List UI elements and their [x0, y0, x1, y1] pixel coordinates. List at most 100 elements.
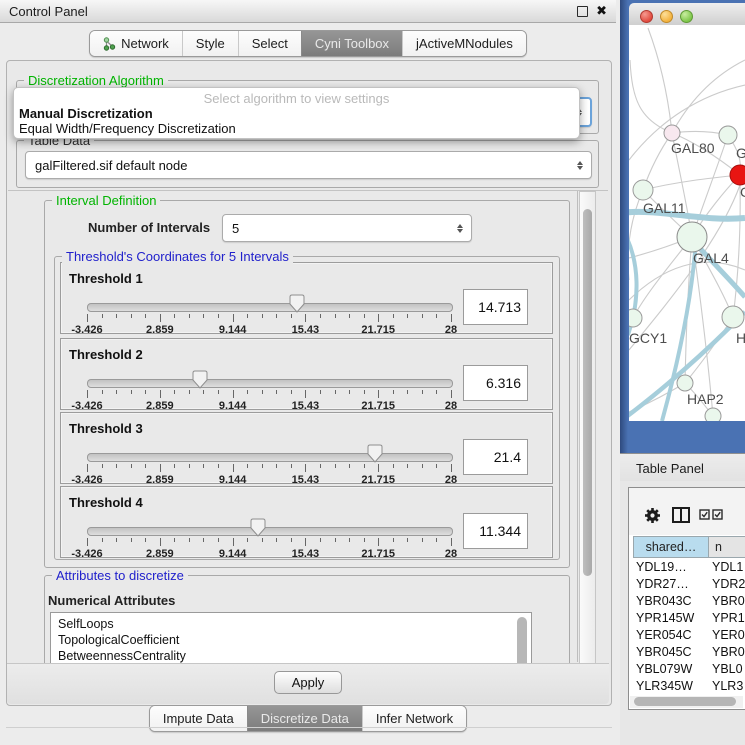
table-cell[interactable]: YDL19…: [629, 560, 703, 574]
network-node[interactable]: [677, 222, 707, 252]
algorithm-option-manual[interactable]: Manual Discretization: [19, 106, 574, 121]
network-node[interactable]: [664, 125, 680, 141]
column-header-name[interactable]: n: [709, 536, 745, 558]
network-node[interactable]: [633, 180, 653, 200]
slider-tick: [364, 538, 365, 542]
network-node[interactable]: [624, 309, 642, 327]
threshold-value-field[interactable]: 21.4: [463, 439, 528, 475]
slider-tick: [349, 464, 350, 468]
table-hscrollbar-thumb[interactable]: [634, 697, 736, 706]
slider-tick: [160, 538, 161, 546]
apply-area: Apply: [7, 663, 609, 704]
tab-network[interactable]: Network: [90, 31, 182, 56]
table-row[interactable]: YLR345WYLR3: [629, 677, 745, 694]
table-cell[interactable]: YBR0: [703, 594, 745, 608]
table-row[interactable]: YER054CYER0: [629, 626, 745, 643]
checkbox-checked-icon[interactable]: [699, 509, 710, 520]
table-cell[interactable]: YDL1: [703, 560, 745, 574]
threshold-4-panel: Threshold 4 -3.4262.8599.14415.4321.7152…: [60, 486, 553, 558]
slider-tick: [203, 390, 204, 394]
threshold-slider-track[interactable]: [87, 527, 453, 536]
threshold-slider-track[interactable]: [87, 453, 453, 462]
table-row[interactable]: YPR145WYPR1: [629, 609, 745, 626]
table-data-combobox[interactable]: galFiltered.sif default node: [25, 151, 592, 179]
slider-scale-label: 28: [445, 324, 457, 336]
node-table: shared… n YDL19…YDL1YDR27…YDR2YBR043CYBR…: [628, 487, 745, 710]
table-cell[interactable]: YBR043C: [629, 594, 703, 608]
network-node[interactable]: [722, 306, 744, 328]
slider-tick: [160, 390, 161, 398]
checkbox-checked-icon[interactable]: [712, 509, 723, 520]
threshold-slider-thumb[interactable]: [192, 370, 208, 390]
table-header-row: shared… n: [629, 536, 745, 558]
table-cell[interactable]: YBL079W: [629, 662, 703, 676]
threshold-value-field[interactable]: 11.344: [463, 513, 528, 549]
threshold-slider-track[interactable]: [87, 303, 453, 312]
apply-button[interactable]: Apply: [274, 671, 343, 694]
threshold-slider-thumb[interactable]: [289, 294, 305, 314]
attribute-list-item[interactable]: BetweennessCentrality: [58, 648, 531, 664]
tab-jactivemnodules[interactable]: jActiveMNodules: [402, 31, 526, 56]
attribute-list-item[interactable]: SelfLoops: [58, 616, 531, 632]
table-cell[interactable]: YBL0: [703, 662, 745, 676]
numerical-attributes-list[interactable]: SelfLoopsTopologicalCoefficientBetweenne…: [50, 612, 532, 665]
tab-cyni-toolbox[interactable]: Cyni Toolbox: [301, 31, 402, 56]
algorithm-placeholder-option[interactable]: Select algorithm to view settings: [14, 91, 579, 106]
network-node[interactable]: [705, 408, 721, 424]
slider-tick: [378, 314, 379, 322]
threshold-value-field[interactable]: 6.316: [463, 365, 528, 401]
table-cell[interactable]: YDR27…: [629, 577, 703, 591]
table-cell[interactable]: YER0: [703, 628, 745, 642]
tab-label: Impute Data: [163, 711, 234, 726]
gear-icon[interactable]: [644, 507, 661, 524]
table-cell[interactable]: YLR345W: [629, 679, 703, 693]
slider-scale: -3.4262.8599.14415.4321.71528: [87, 324, 451, 336]
table-cell[interactable]: YER054C: [629, 628, 703, 642]
slider-tick: [233, 314, 234, 322]
split-columns-icon[interactable]: [672, 507, 690, 523]
slider-tick: [203, 314, 204, 318]
table-cell[interactable]: YBR0: [703, 645, 745, 659]
network-node[interactable]: [677, 375, 693, 391]
table-hscrollbar[interactable]: [630, 696, 743, 708]
slider-ticks: [87, 538, 451, 547]
table-cell[interactable]: YLR3: [703, 679, 745, 693]
table-cell[interactable]: YPR145W: [629, 611, 703, 625]
threshold-1-panel: Threshold 1 -3.4262.8599.14415.4321.7152…: [60, 262, 553, 334]
table-cell[interactable]: YPR1: [703, 611, 745, 625]
attribute-list-item[interactable]: TopologicalCoefficient: [58, 632, 531, 648]
table-row[interactable]: YBR043CYBR0: [629, 592, 745, 609]
threshold-slider-thumb[interactable]: [250, 518, 266, 538]
settings-scrollbar-thumb[interactable]: [583, 209, 592, 576]
tab-select[interactable]: Select: [238, 31, 301, 56]
network-node[interactable]: [719, 126, 737, 144]
table-row[interactable]: YBL079WYBL0: [629, 660, 745, 677]
table-row[interactable]: YBR045CYBR0: [629, 643, 745, 660]
close-icon[interactable]: ✖: [596, 3, 607, 19]
table-row[interactable]: YDR27…YDR2: [629, 575, 745, 592]
table-row[interactable]: YDL19…YDL1: [629, 558, 745, 575]
settings-scrollbar[interactable]: [579, 191, 596, 664]
attributes-list-scrollbar-thumb[interactable]: [517, 617, 527, 665]
slider-scale-label: 9.144: [219, 400, 247, 412]
threshold-value-field[interactable]: 14.713: [463, 289, 528, 325]
slider-scale-label: -3.426: [71, 400, 102, 412]
slider-tick: [422, 464, 423, 468]
table-cell[interactable]: YDR2: [703, 577, 745, 591]
threshold-slider-track[interactable]: [87, 379, 453, 388]
column-header-shared-name[interactable]: shared…: [633, 536, 709, 558]
threshold-slider-thumb[interactable]: [367, 444, 383, 464]
float-window-icon[interactable]: [577, 6, 588, 17]
number-of-intervals-combobox[interactable]: 5: [222, 214, 472, 242]
table-cell[interactable]: YBR045C: [629, 645, 703, 659]
network-node[interactable]: [730, 165, 745, 185]
slider-scale-label: 9.144: [219, 474, 247, 486]
slider-tick: [262, 464, 263, 468]
tab-style[interactable]: Style: [182, 31, 238, 56]
slider-tick: [335, 464, 336, 468]
network-node-label: H: [736, 330, 745, 346]
network-node-label: GAL80: [671, 140, 715, 156]
slider-tick: [378, 464, 379, 472]
algorithm-option-equal-width[interactable]: Equal Width/Frequency Discretization: [19, 121, 574, 136]
control-panel-titlebar: Control Panel ✖: [0, 0, 616, 23]
